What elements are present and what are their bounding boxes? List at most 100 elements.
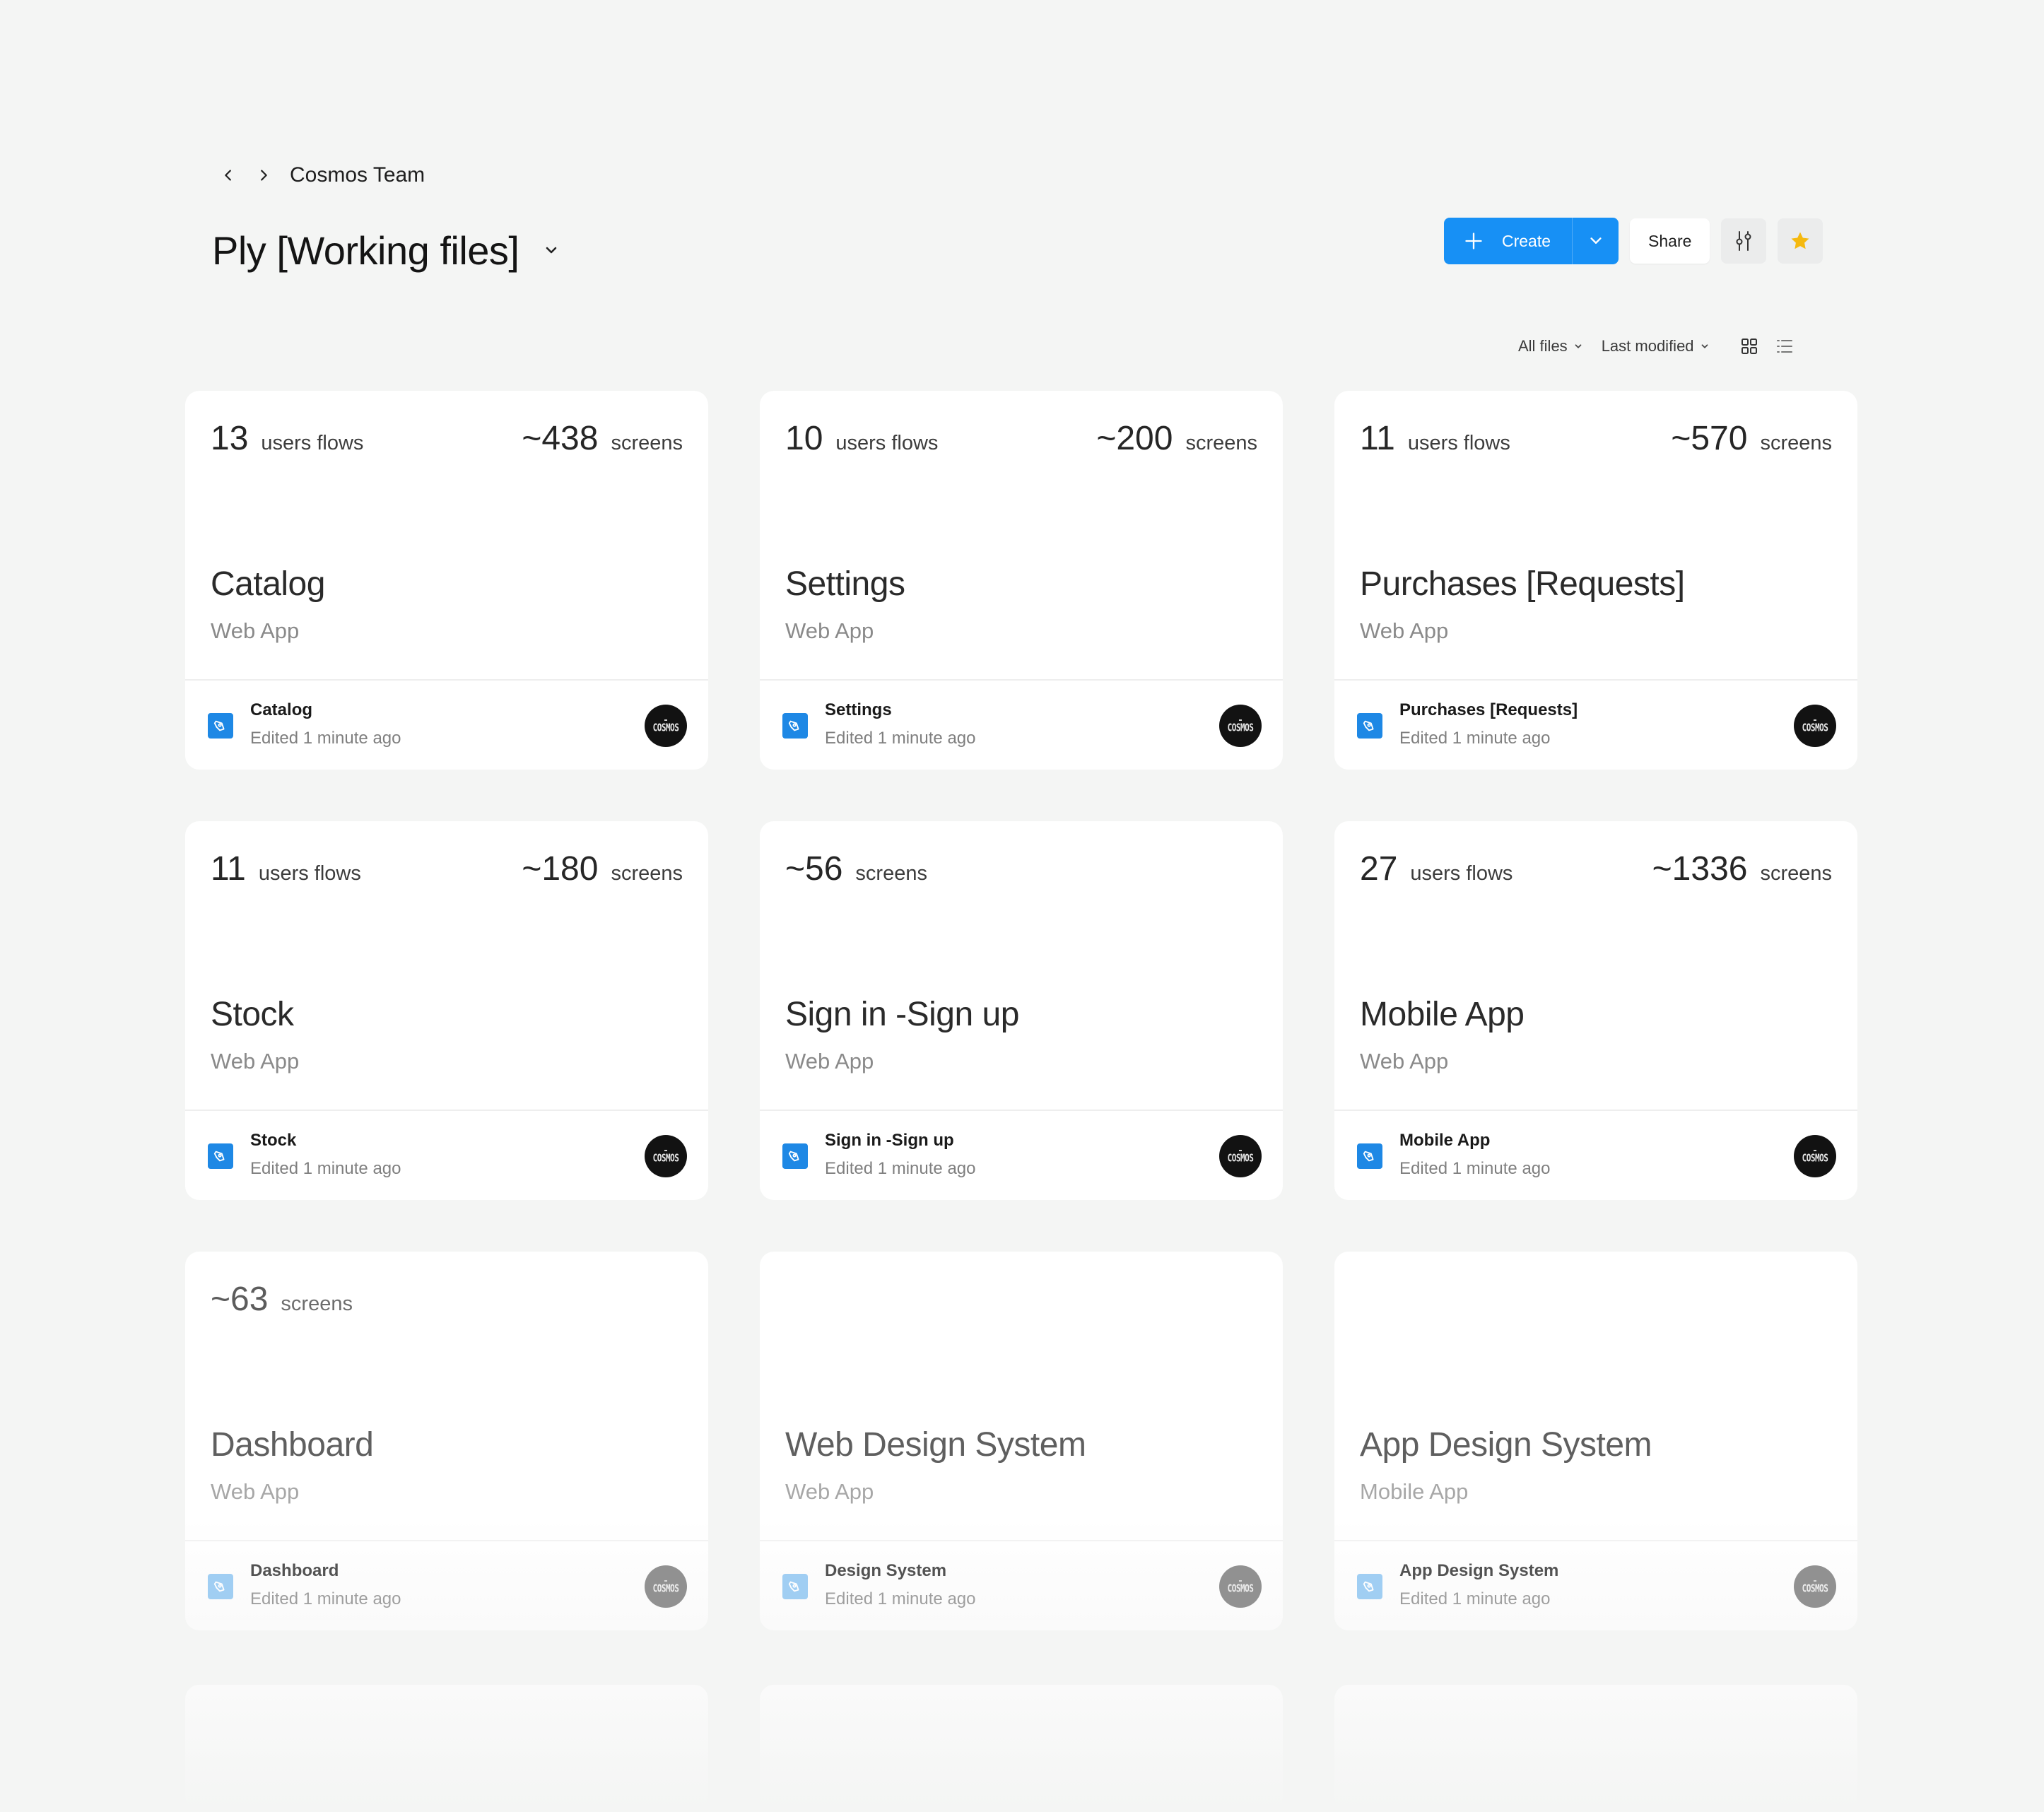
card-preview: 27 users flows ~1336 screens Mobile App … <box>1334 821 1857 1110</box>
card-subtitle: Mobile App <box>1360 1479 1469 1504</box>
sliders-icon <box>1736 231 1751 251</box>
list-view-button[interactable] <box>1770 332 1799 360</box>
file-type-icon <box>208 713 233 739</box>
card-preview: 13 users flows ~438 screens Catalog Web … <box>185 391 708 679</box>
chevron-down-icon <box>1575 344 1582 348</box>
screens-label: screens <box>281 1293 353 1315</box>
card-title: Settings <box>785 565 905 603</box>
screens-label: screens <box>611 432 683 454</box>
screens-stat: ~63 screens <box>211 1280 353 1319</box>
file-name: Dashboard <box>250 1561 339 1580</box>
card-title: Purchases [Requests] <box>1360 565 1685 603</box>
screens-stat: ~570 screens <box>1671 419 1832 458</box>
screens-stat: ~438 screens <box>522 419 683 458</box>
card-title: Catalog <box>211 565 325 603</box>
file-card-web-design-system[interactable]: Web Design System Web App Design System … <box>760 1252 1283 1630</box>
card-title: Dashboard <box>211 1426 374 1464</box>
file-type-icon <box>782 1143 808 1169</box>
avatar-text: COSMOS <box>1802 1582 1828 1595</box>
file-type-filter[interactable]: All files <box>1518 337 1583 355</box>
file-edited-time: Edited 1 minute ago <box>250 1159 401 1178</box>
avatar-text: COSMOS <box>652 1151 679 1165</box>
file-card-placeholder <box>760 1685 1283 1812</box>
screens-count: ~1336 <box>1652 850 1748 888</box>
list-icon <box>1776 340 1792 353</box>
file-card-placeholder <box>185 1685 708 1812</box>
create-button-group: Create <box>1444 218 1619 264</box>
screens-stat: ~56 screens <box>785 849 927 888</box>
plus-icon <box>1465 233 1482 249</box>
file-name: Stock <box>250 1131 297 1150</box>
file-name: Design System <box>825 1561 947 1580</box>
share-button[interactable]: Share <box>1630 218 1710 264</box>
card-subtitle: Web App <box>785 618 874 643</box>
breadcrumb: Cosmos Team <box>216 161 425 189</box>
favorite-button[interactable] <box>1778 218 1823 264</box>
file-card-sign-in[interactable]: ~56 screens Sign in -Sign up Web App Sig… <box>760 821 1283 1200</box>
card-preview: 11 users flows ~180 screens Stock Web Ap… <box>185 821 708 1110</box>
screens-stat: ~200 screens <box>1096 419 1257 458</box>
card-title: Stock <box>211 996 294 1033</box>
settings-sliders-button[interactable] <box>1721 218 1767 264</box>
file-edited-time: Edited 1 minute ago <box>825 729 976 748</box>
user-flows-label: users flows <box>835 432 939 454</box>
file-edited-time: Edited 1 minute ago <box>825 1159 976 1178</box>
chevron-right-icon <box>261 170 267 181</box>
breadcrumb-team-link[interactable]: Cosmos Team <box>290 163 425 187</box>
create-dropdown-button[interactable] <box>1572 218 1619 264</box>
file-card-mobile-app[interactable]: 27 users flows ~1336 screens Mobile App … <box>1334 821 1857 1200</box>
file-card-stock[interactable]: 11 users flows ~180 screens Stock Web Ap… <box>185 821 708 1200</box>
screens-count: ~180 <box>522 850 599 888</box>
page-title: Ply [Working files] <box>212 228 519 273</box>
chevron-down-icon <box>546 247 557 254</box>
toolbar: Create Share <box>1444 218 1823 264</box>
user-flows-label: users flows <box>1410 862 1513 885</box>
user-flows-stat: 10 users flows <box>785 419 938 458</box>
screens-count: ~63 <box>211 1281 269 1318</box>
card-footer: Mobile App Edited 1 minute ago COSMOS <box>1334 1110 1857 1200</box>
card-footer: Catalog Edited 1 minute ago COSMOS <box>185 679 708 770</box>
avatar-text: COSMOS <box>1227 1151 1254 1165</box>
screens-label: screens <box>611 862 683 885</box>
file-name: Mobile App <box>1399 1131 1491 1150</box>
team-avatar: COSMOS <box>1794 1135 1836 1177</box>
card-subtitle: Web App <box>211 1479 300 1504</box>
card-preview: App Design System Mobile App <box>1334 1252 1857 1540</box>
file-type-icon <box>782 713 808 739</box>
file-edited-time: Edited 1 minute ago <box>250 1589 401 1608</box>
file-card-purchases[interactable]: 11 users flows ~570 screens Purchases [R… <box>1334 391 1857 770</box>
card-footer: Sign in -Sign up Edited 1 minute ago COS… <box>760 1110 1283 1200</box>
back-button[interactable] <box>216 161 240 189</box>
create-button[interactable]: Create <box>1444 218 1572 264</box>
sort-filter[interactable]: Last modified <box>1602 337 1710 355</box>
sort-filter-label: Last modified <box>1601 337 1694 355</box>
forward-button[interactable] <box>252 161 276 189</box>
card-subtitle: Web App <box>1360 1049 1449 1073</box>
card-footer: App Design System Edited 1 minute ago CO… <box>1334 1540 1857 1630</box>
file-edited-time: Edited 1 minute ago <box>1399 1589 1551 1608</box>
file-name: Settings <box>825 700 892 719</box>
file-card-catalog[interactable]: 13 users flows ~438 screens Catalog Web … <box>185 391 708 770</box>
file-card-dashboard[interactable]: ~63 screens Dashboard Web App Dashboard … <box>185 1252 708 1630</box>
screens-count: ~438 <box>522 420 599 457</box>
title-dropdown-button[interactable] <box>536 235 567 266</box>
file-name: App Design System <box>1399 1561 1559 1580</box>
user-flows-count: 13 <box>211 420 249 457</box>
file-card-app-design-system[interactable]: App Design System Mobile App App Design … <box>1334 1252 1857 1630</box>
file-edited-time: Edited 1 minute ago <box>250 729 401 748</box>
card-preview: 10 users flows ~200 screens Settings Web… <box>760 391 1283 679</box>
file-card-placeholder <box>1334 1685 1857 1812</box>
file-card-settings[interactable]: 10 users flows ~200 screens Settings Web… <box>760 391 1283 770</box>
grid-icon <box>1741 339 1757 354</box>
screens-count: ~56 <box>785 850 843 888</box>
team-avatar: COSMOS <box>645 705 687 747</box>
user-flows-count: 27 <box>1360 850 1398 888</box>
card-subtitle: Web App <box>1360 618 1449 643</box>
team-avatar: COSMOS <box>1219 705 1262 747</box>
team-avatar: COSMOS <box>1219 1565 1262 1608</box>
screens-stat: ~180 screens <box>522 849 683 888</box>
files-page: Cosmos Team Ply [Working files] Create S… <box>0 0 2044 1812</box>
card-subtitle: Web App <box>211 1049 300 1073</box>
grid-view-button[interactable] <box>1735 332 1763 360</box>
avatar-text: COSMOS <box>1227 721 1254 734</box>
